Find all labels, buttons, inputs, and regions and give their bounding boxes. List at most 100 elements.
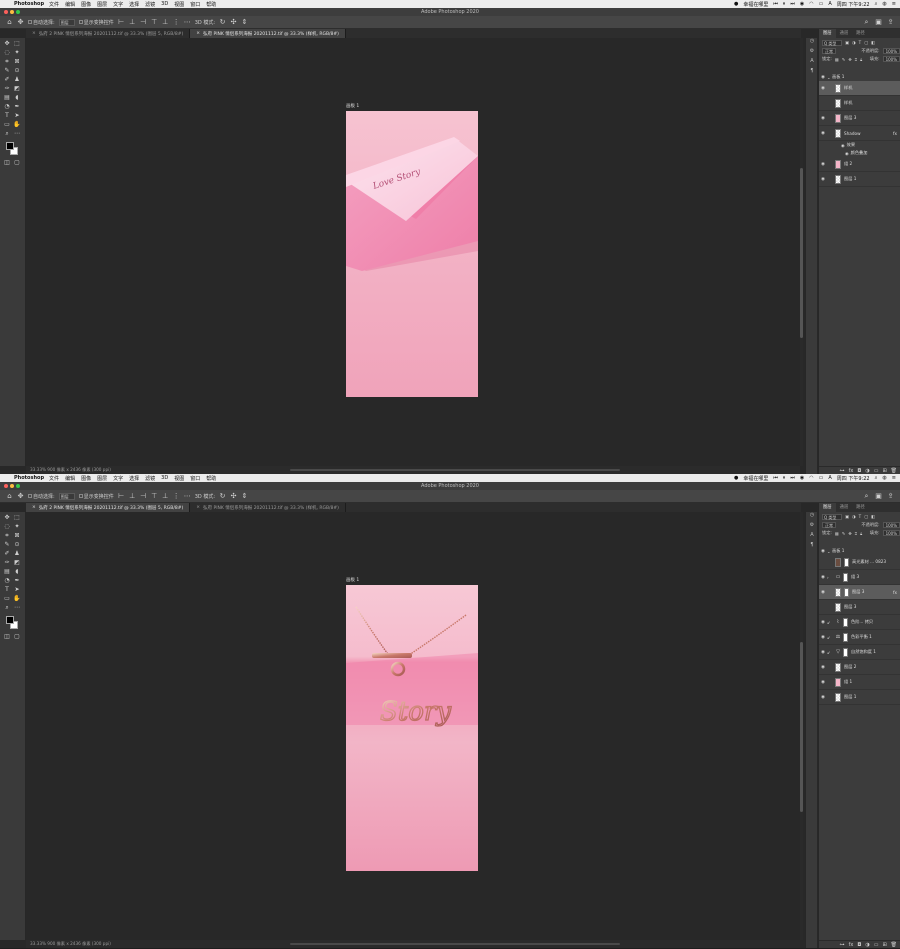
menu-window[interactable]: 窗口 <box>190 475 200 482</box>
layer-row[interactable]: ◉ ⌄ 画板 1 <box>819 73 900 81</box>
layer-row[interactable]: ◉ 组 1 <box>819 675 900 690</box>
show-transform-checkbox[interactable] <box>78 19 83 24</box>
minimize-button[interactable] <box>10 483 14 488</box>
fx-icon[interactable]: fx <box>893 131 897 136</box>
vertical-scrollbar[interactable] <box>800 38 803 466</box>
tab-doc-2[interactable]: × 弘府 PINK 情侣系列海报 20201112.tif @ 33.3% (样机… <box>190 503 346 512</box>
edit-toolbar-icon[interactable]: ⋯ <box>13 604 21 611</box>
tab-channels[interactable]: 通道 <box>836 503 853 512</box>
clock[interactable]: 周四 下午9:22 <box>837 475 870 482</box>
layer-mask-thumbnail[interactable] <box>843 632 848 642</box>
artboard-label[interactable]: 画板 1 <box>346 103 359 109</box>
more-icon[interactable]: ⋯ <box>184 18 191 26</box>
path-select-icon[interactable]: ➤ <box>13 112 21 119</box>
layer-name[interactable]: 组 3 <box>851 574 859 580</box>
lock-artboard-icon[interactable]: ⌗ <box>855 57 857 62</box>
mask-add-icon[interactable]: ◘ <box>857 468 861 474</box>
align-right-icon[interactable]: ⊣ <box>140 18 147 26</box>
layer-filter-dropdown[interactable]: Q 类型 <box>822 513 842 520</box>
align-top-icon[interactable]: ⊤ <box>151 492 158 500</box>
layer-mask-thumbnail[interactable] <box>844 557 849 567</box>
filter-smart-icon[interactable]: ◧ <box>871 514 875 519</box>
close-tab-icon[interactable]: × <box>32 31 36 36</box>
link-icon[interactable]: ⊶ <box>840 468 845 474</box>
menu-file[interactable]: 文件 <box>49 475 59 482</box>
layer-dropdown[interactable]: 图层 <box>58 492 75 500</box>
close-tab-icon[interactable]: × <box>32 505 36 510</box>
pen-tool-icon[interactable]: ✒ <box>13 577 21 584</box>
filter-adjust-icon[interactable]: ◑ <box>852 40 856 45</box>
adjust-add-icon[interactable]: ◑ <box>865 942 869 948</box>
extensions-icon[interactable]: ◉ <box>800 1 804 7</box>
status-dot-icon[interactable]: ● <box>734 1 738 7</box>
forward-icon[interactable]: ⏭ <box>790 1 795 7</box>
horizontal-scrollbar[interactable] <box>290 469 620 471</box>
layer-name[interactable]: Shadow <box>844 131 861 136</box>
extensions-icon[interactable]: ◉ <box>800 475 804 481</box>
artboard-label[interactable]: 画板 1 <box>346 577 359 583</box>
layer-name[interactable]: 图层 1 <box>844 694 856 700</box>
pen-tool-icon[interactable]: ✒ <box>13 103 21 110</box>
layer-row[interactable]: ◉ Shadow fx <box>819 126 900 141</box>
align-center-icon[interactable]: ⊥ <box>129 18 136 26</box>
properties-icon[interactable]: ⚙ <box>809 522 815 528</box>
menu-file[interactable]: 文件 <box>49 1 59 8</box>
crop-tool-icon[interactable]: ⌗ <box>3 532 11 539</box>
menu-type[interactable]: 文字 <box>113 475 123 482</box>
gradient-tool-icon[interactable]: ▤ <box>3 94 11 101</box>
eye-icon[interactable]: ◉ <box>819 549 827 554</box>
eye-icon[interactable]: ◉ <box>819 75 827 80</box>
layer-row[interactable]: 样机 <box>819 96 900 111</box>
menu-edit[interactable]: 编辑 <box>65 1 75 8</box>
quick-mask-icon[interactable]: ◫ <box>3 633 11 640</box>
layer-row[interactable]: 高光素材 ... 0823 <box>819 555 900 570</box>
layer-name[interactable]: 图层 3 <box>844 604 856 610</box>
quick-mask-icon[interactable]: ◫ <box>3 159 11 166</box>
marquee-tool-icon[interactable]: ⬚ <box>13 40 21 47</box>
app-menu[interactable]: Photoshop <box>14 1 44 7</box>
hand-tool-icon[interactable]: ✋ <box>13 595 21 602</box>
screen-mode-icon[interactable]: ▢ <box>13 633 21 640</box>
eye-icon[interactable]: ◉ <box>819 665 827 670</box>
new-layer-icon[interactable]: ⊞ <box>882 942 886 948</box>
frame-tool-icon[interactable]: ⊠ <box>13 532 21 539</box>
magic-wand-icon[interactable]: ✦ <box>13 523 21 530</box>
home-icon[interactable]: ⌂ <box>6 492 13 500</box>
filter-shape-icon[interactable]: ▢ <box>864 40 868 45</box>
input-method[interactable]: A <box>828 475 831 481</box>
eye-icon[interactable]: ◉ <box>819 590 827 595</box>
minimize-button[interactable] <box>10 9 14 14</box>
align-middle-icon[interactable]: ⊥ <box>162 492 169 500</box>
folder-icon[interactable]: ▭ <box>874 942 879 948</box>
layer-row[interactable]: ◉ 图层 1 <box>819 172 900 187</box>
battery-icon[interactable]: ▭ <box>819 475 824 481</box>
filter-type-icon[interactable]: T <box>859 40 862 45</box>
workspace-icon[interactable]: ▣ <box>875 492 882 500</box>
close-button[interactable] <box>4 483 8 488</box>
layer-mask-thumbnail[interactable] <box>843 572 848 582</box>
rewind-icon[interactable]: ⏮ <box>773 1 778 7</box>
eye-icon[interactable]: ◉ <box>819 650 827 655</box>
close-tab-icon[interactable]: × <box>196 505 200 510</box>
align-middle-icon[interactable]: ⊥ <box>162 18 169 26</box>
move-tool-icon[interactable]: ✥ <box>17 492 24 500</box>
layer-dropdown[interactable]: 图层 <box>58 18 75 26</box>
menu-3d[interactable]: 3D <box>161 475 168 481</box>
rewind-icon[interactable]: ⏮ <box>773 475 778 481</box>
layer-row[interactable]: ◉ 样机 <box>819 81 900 96</box>
layer-name[interactable]: 画板 1 <box>832 74 844 80</box>
eraser-icon[interactable]: ◩ <box>13 85 21 92</box>
input-method[interactable]: A <box>828 1 831 7</box>
lock-all-icon[interactable]: 🔒︎ <box>860 57 862 62</box>
tab-doc-1[interactable]: × 弘府 2 PINK 情侣系列海报 20201112.tif @ 33.3% (… <box>26 29 191 38</box>
slide-3d-icon[interactable]: ⇕ <box>241 18 248 26</box>
align-left-icon[interactable]: ⊢ <box>118 18 125 26</box>
spot-heal-icon[interactable]: ⊙ <box>13 541 21 548</box>
pan-3d-icon[interactable]: ✣ <box>230 492 237 500</box>
menu-select[interactable]: 选择 <box>129 1 139 8</box>
menu-layer[interactable]: 图层 <box>97 1 107 8</box>
rotate-3d-icon[interactable]: ↻ <box>219 18 226 26</box>
fill-field[interactable]: 100% <box>882 56 900 62</box>
eye-icon[interactable]: ◉ <box>819 177 827 182</box>
opacity-field[interactable]: 100% <box>882 522 900 528</box>
